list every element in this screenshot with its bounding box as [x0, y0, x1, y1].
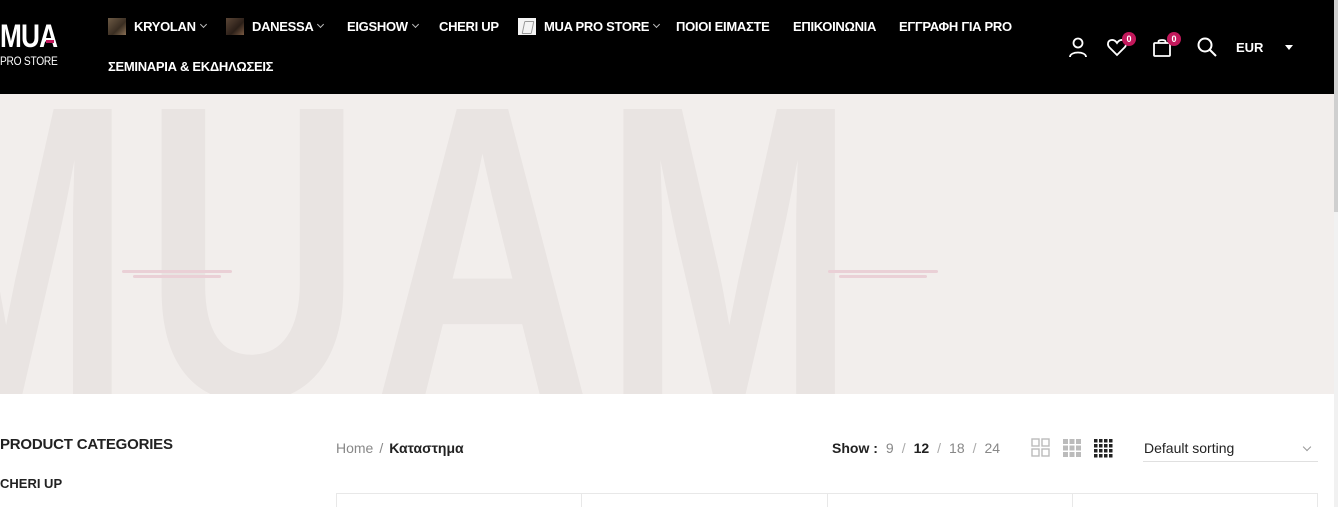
currency-value: EUR: [1236, 39, 1264, 55]
hero-watermark-text: MUAM: [0, 94, 867, 394]
nav-item-label: DANESSA: [252, 18, 314, 34]
product-card-border: [336, 494, 337, 507]
logo-accent-mark: [46, 40, 54, 43]
sidebar-title: PRODUCT CATEGORIES: [0, 436, 173, 453]
logo-main-text: MUA: [0, 18, 58, 54]
main-nav: KRYOLAN DANESSA EIGSHOW CHERI UP MUA PRO…: [108, 0, 1048, 94]
show-option-12[interactable]: 12: [914, 440, 930, 456]
kryolan-thumbnail: [108, 17, 126, 35]
hero-accent-mark: [122, 268, 232, 282]
chevron-down-icon: [199, 20, 207, 29]
grid-3-columns-button[interactable]: [1062, 438, 1082, 458]
grid-4x4-icon: [1094, 439, 1113, 458]
sorting-value: Default sorting: [1144, 440, 1235, 456]
nav-item-label: ΕΓΓΡΑΦΗ ΓΙΑ PRO: [899, 18, 1012, 34]
show-option-9[interactable]: 9: [886, 440, 894, 456]
mua-pro-store-thumbnail: [518, 17, 536, 35]
nav-item-label: EIGSHOW: [347, 18, 408, 34]
site-header: MUA PRO STORE KRYOLAN DANESSA EIGSHOW CH…: [0, 0, 1334, 94]
nav-item-contact[interactable]: ΕΠΙΚΟΙΝΩΝΙΑ: [793, 16, 876, 36]
breadcrumb-current: Καταστημα: [389, 440, 464, 456]
product-card-border: [1072, 494, 1073, 507]
grid-4-columns-button[interactable]: [1093, 438, 1113, 458]
wishlist-button[interactable]: 0: [1106, 32, 1136, 58]
grid-3x3-icon: [1063, 439, 1081, 457]
user-icon: [1069, 37, 1087, 58]
nav-item-label: CHERI UP: [439, 18, 499, 34]
show-separator: /: [972, 440, 977, 456]
breadcrumb-home-link[interactable]: Home: [336, 440, 373, 456]
nav-item-mua-pro-store[interactable]: MUA PRO STORE: [518, 16, 661, 36]
cart-count-badge: 0: [1167, 32, 1181, 46]
danessa-thumbnail: [226, 17, 244, 35]
search-button[interactable]: [1196, 36, 1218, 58]
wishlist-count-badge: 0: [1122, 32, 1136, 46]
account-button[interactable]: [1067, 36, 1089, 58]
chevron-down-icon: [317, 20, 325, 29]
chevron-down-icon: [1302, 442, 1312, 452]
chevron-down-icon: [653, 20, 661, 29]
hero-banner: MUAM: [0, 94, 1334, 394]
nav-item-cheri-up[interactable]: CHERI UP: [439, 16, 499, 36]
nav-item-label: ΣΕΜΙΝΑΡΙΑ & ΕΚΔΗΛΩΣΕΙΣ: [108, 58, 274, 74]
nav-item-label: ΠΟΙΟΙ ΕΙΜΑΣΤΕ: [676, 18, 770, 34]
nav-item-eigshow[interactable]: EIGSHOW: [347, 16, 419, 36]
breadcrumb-separator: /: [379, 440, 384, 456]
show-separator: /: [937, 440, 942, 456]
grid-2x2-icon: [1031, 438, 1050, 457]
grid-2-columns-button[interactable]: [1031, 438, 1051, 458]
currency-selector[interactable]: EUR: [1236, 38, 1294, 56]
show-option-18[interactable]: 18: [949, 440, 965, 456]
page-scrollbar[interactable]: [1334, 0, 1338, 507]
chevron-down-icon: [411, 20, 419, 29]
site-logo[interactable]: MUA PRO STORE: [0, 18, 60, 74]
hero-accent-mark: [828, 268, 938, 282]
nav-item-about[interactable]: ΠΟΙΟΙ ΕΙΜΑΣΤΕ: [676, 16, 770, 36]
show-option-24[interactable]: 24: [985, 440, 1001, 456]
show-label: Show :: [832, 440, 878, 456]
product-grid: [336, 493, 1318, 507]
nav-item-pro-register[interactable]: ΕΓΓΡΑΦΗ ΓΙΑ PRO: [899, 16, 1012, 36]
show-separator: /: [901, 440, 906, 456]
search-icon: [1197, 37, 1217, 57]
scrollbar-thumb[interactable]: [1334, 0, 1338, 212]
product-card-border: [827, 494, 828, 507]
nav-item-label: MUA PRO STORE: [544, 18, 650, 34]
sorting-select[interactable]: Default sorting: [1143, 438, 1318, 462]
breadcrumb: Home / Καταστημα: [336, 440, 464, 456]
caret-down-icon: [1285, 44, 1294, 50]
per-page-selector: Show : 9 / 12 / 18 / 24: [832, 440, 1000, 456]
product-card-border: [1317, 494, 1318, 507]
nav-item-label: ΕΠΙΚΟΙΝΩΝΙΑ: [793, 18, 877, 34]
nav-item-label: KRYOLAN: [134, 18, 196, 34]
product-card-border: [581, 494, 582, 507]
logo-sub-text: PRO STORE: [0, 54, 58, 68]
nav-item-kryolan[interactable]: KRYOLAN: [108, 16, 207, 36]
cart-button[interactable]: 0: [1151, 32, 1181, 58]
page: MUA PRO STORE KRYOLAN DANESSA EIGSHOW CH…: [0, 0, 1338, 507]
nav-item-danessa[interactable]: DANESSA: [226, 16, 325, 36]
nav-item-seminars[interactable]: ΣΕΜΙΝΑΡΙΑ & ΕΚΔΗΛΩΣΕΙΣ: [108, 56, 273, 76]
sidebar-category-cheri-up[interactable]: CHERI UP: [0, 476, 62, 491]
